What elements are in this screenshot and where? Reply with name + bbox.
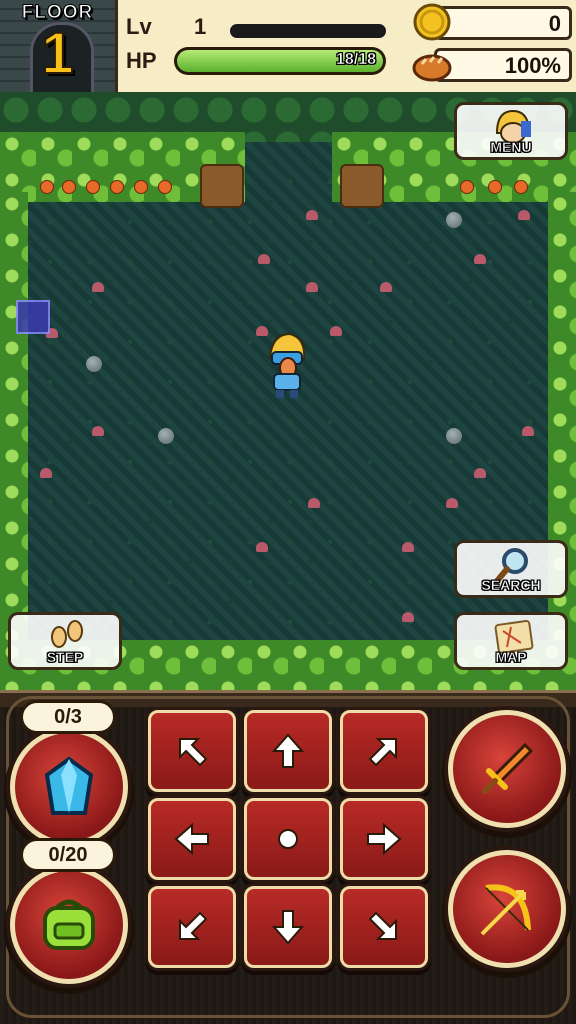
coin-value: 0	[548, 11, 561, 36]
minimap-marker	[16, 300, 50, 334]
mushroom	[522, 426, 534, 436]
experience-bar	[230, 24, 386, 38]
dungeon-map[interactable]: MENU SEARCH MAP STEP	[0, 92, 576, 690]
step-label: STEP	[46, 649, 84, 666]
dot-icon	[278, 829, 298, 849]
mushroom	[446, 498, 458, 508]
player-character[interactable]	[262, 330, 312, 400]
tree-trunk	[200, 164, 244, 208]
stone	[86, 356, 102, 372]
level-value: 1	[194, 14, 207, 39]
mushroom	[330, 326, 342, 336]
level-label: Lv	[126, 14, 152, 39]
menu-button[interactable]: MENU	[454, 102, 568, 160]
tree-trunk	[340, 164, 384, 208]
fruit	[460, 180, 474, 194]
search-button[interactable]: SEARCH	[454, 540, 568, 598]
mushroom	[518, 210, 530, 220]
fruit	[158, 180, 172, 194]
wait-button[interactable]	[244, 798, 332, 880]
step-button[interactable]: STEP	[8, 612, 122, 670]
food-counter: 100%	[434, 48, 572, 82]
arrow-right-icon	[367, 822, 402, 856]
move-up-right-button[interactable]	[340, 710, 428, 792]
move-right-button[interactable]	[340, 798, 428, 880]
mushroom	[474, 468, 486, 478]
mushroom	[92, 282, 104, 292]
attack-button[interactable]	[448, 710, 566, 828]
move-up-left-button[interactable]	[148, 710, 236, 792]
bag-count: 0/20	[20, 838, 116, 872]
arrow-down-left-icon	[179, 911, 208, 940]
mushroom	[474, 254, 486, 264]
bread-icon	[412, 54, 452, 82]
hp-bar: 18/18	[174, 47, 386, 75]
coin-counter: 0	[434, 6, 572, 40]
floor-number: 1	[40, 21, 74, 87]
menu-label: MENU	[490, 139, 532, 156]
backpack-icon	[43, 899, 95, 950]
mushroom	[306, 282, 318, 292]
shoot-button[interactable]	[448, 850, 566, 968]
mushroom	[40, 468, 52, 478]
arrow-up-right-icon	[368, 738, 397, 767]
mushroom	[308, 498, 320, 508]
crystal-count: 0/3	[20, 700, 116, 734]
mushroom	[306, 210, 318, 220]
stone	[446, 212, 462, 228]
crystal-icon	[44, 756, 94, 815]
fruit	[134, 180, 148, 194]
mushroom	[92, 426, 104, 436]
status-bar: FLOOR 1 Lv 1 HP 18/18 0 100%	[0, 0, 576, 95]
move-down-left-button[interactable]	[148, 886, 236, 968]
food-value: 100%	[504, 53, 561, 78]
stone	[446, 428, 462, 444]
fruit	[488, 180, 502, 194]
mushroom	[402, 612, 414, 622]
search-label: SEARCH	[481, 577, 541, 594]
move-down-right-button[interactable]	[340, 886, 428, 968]
sword-icon	[482, 742, 534, 794]
move-left-button[interactable]	[148, 798, 236, 880]
hp-label: HP	[126, 48, 157, 73]
arrow-up-left-icon	[179, 738, 208, 767]
coin-icon	[413, 3, 451, 41]
fruit	[62, 180, 76, 194]
map-button[interactable]: MAP	[454, 612, 568, 670]
fruit	[110, 180, 124, 194]
mushroom	[256, 542, 268, 552]
mushroom	[402, 542, 414, 552]
arrow-up-icon	[271, 733, 305, 768]
hp-text: 18/18	[335, 51, 377, 69]
crystal-item-button[interactable]	[10, 728, 128, 846]
map-label: MAP	[495, 649, 527, 666]
arrow-down-icon	[271, 910, 305, 945]
bow-icon	[480, 884, 531, 936]
fruit	[514, 180, 528, 194]
fruit	[40, 180, 54, 194]
floor-indicator: FLOOR 1	[0, 0, 118, 92]
arrow-down-right-icon	[368, 911, 397, 940]
mushroom	[380, 282, 392, 292]
move-down-button[interactable]	[244, 886, 332, 968]
arrow-left-icon	[174, 822, 209, 856]
mushroom	[258, 254, 270, 264]
move-up-button[interactable]	[244, 710, 332, 792]
stone	[158, 428, 174, 444]
bag-button[interactable]	[10, 866, 128, 984]
fruit	[86, 180, 100, 194]
